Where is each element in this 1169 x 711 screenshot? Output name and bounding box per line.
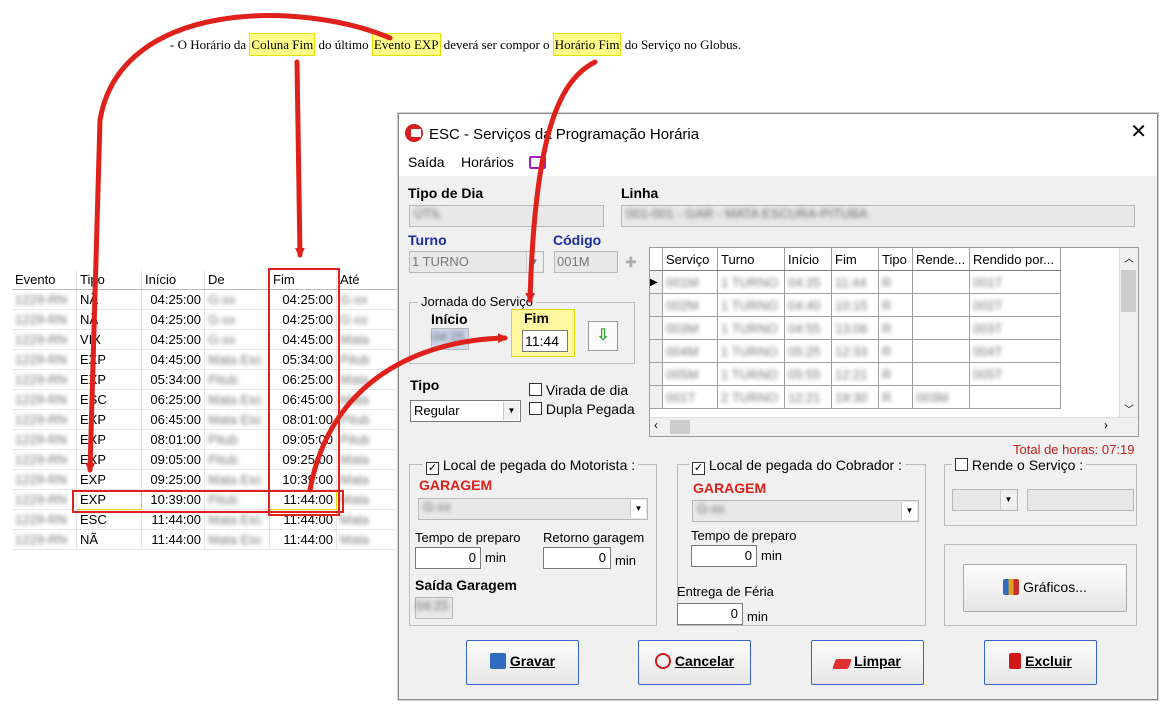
arrow-horario-fim-to-field: [525, 59, 598, 303]
annotation-arrows: [85, 13, 598, 493]
arrow-evento-exp-to-row: [85, 13, 393, 473]
arrow-coluna-fim-to-column: [294, 59, 305, 258]
arrow-cell-to-fim-field: [307, 333, 508, 493]
